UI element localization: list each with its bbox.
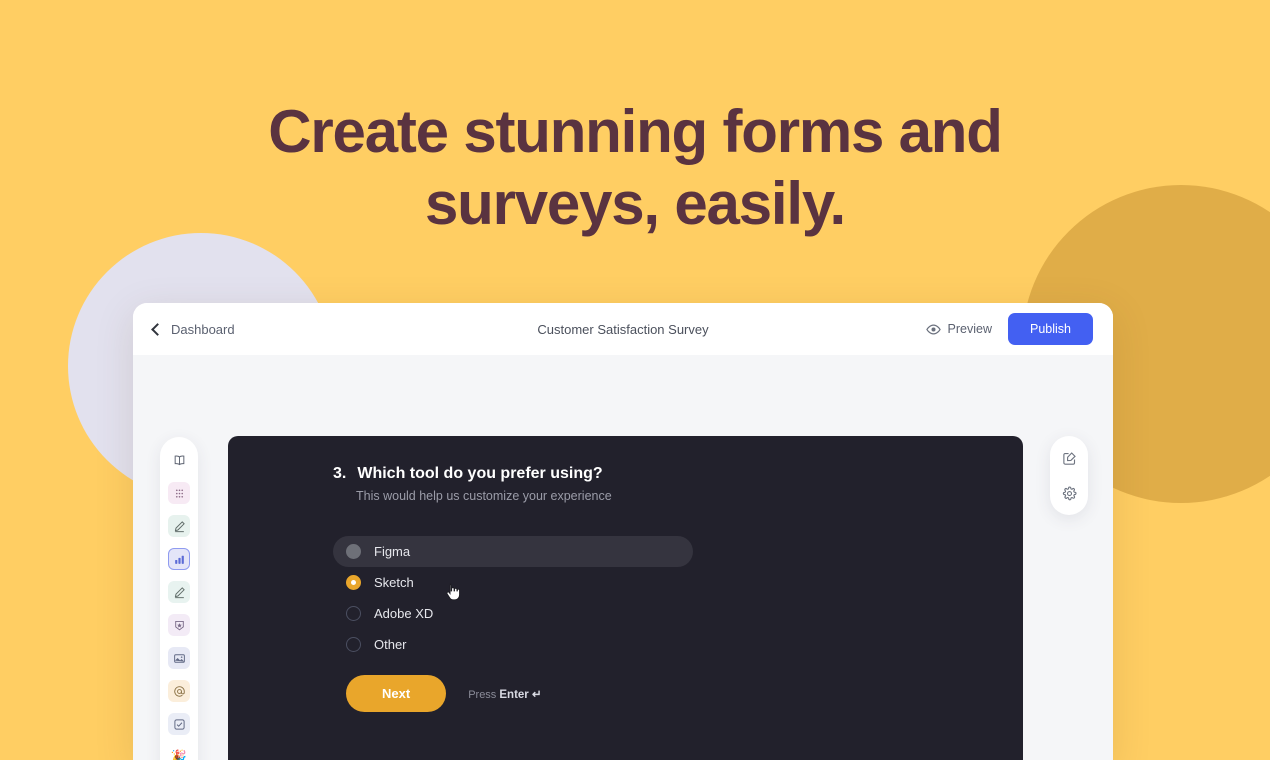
option-row-other[interactable]: Other — [333, 629, 693, 660]
sidebar-item-blocks[interactable] — [168, 482, 190, 504]
preview-label: Preview — [947, 322, 992, 336]
settings-button[interactable] — [1058, 482, 1080, 504]
radio-adobe-xd[interactable] — [346, 606, 361, 621]
question-block: 3. Which tool do you prefer using? This … — [228, 436, 1023, 712]
pen-icon — [174, 520, 185, 532]
sidebar-item-contact[interactable] — [168, 680, 190, 702]
press-key: Enter ↵ — [499, 688, 542, 701]
sidebar-item-rating[interactable] — [168, 614, 190, 636]
survey-canvas: 3. Which tool do you prefer using? This … — [228, 436, 1023, 760]
option-row-adobe-xd[interactable]: Adobe XD — [333, 598, 693, 629]
edit-question-button[interactable] — [1058, 447, 1080, 469]
sidebar-item-edit[interactable] — [168, 581, 190, 603]
sidebar-item-choice[interactable] — [168, 713, 190, 735]
hero-section: Create stunning forms and surveys, easil… — [0, 96, 1270, 240]
radio-figma[interactable] — [346, 544, 361, 559]
bar-chart-icon — [174, 555, 184, 564]
option-row-sketch[interactable]: Sketch — [333, 567, 693, 598]
sidebar-item-media[interactable] — [168, 647, 190, 669]
question-text: Which tool do you prefer using? — [357, 465, 603, 482]
option-label-figma: Figma — [374, 544, 411, 559]
option-label-adobe-xd: Adobe XD — [374, 606, 434, 621]
preview-button[interactable]: Preview — [925, 322, 992, 337]
sidebar-item-design[interactable] — [168, 515, 190, 537]
edit-square-icon — [1062, 451, 1076, 465]
radio-other[interactable] — [346, 637, 361, 652]
hero-headline: Create stunning forms and surveys, easil… — [268, 98, 1003, 237]
app-body: 🎉 3. Which tool do you prefer using? Thi… — [133, 355, 1113, 760]
at-sign-icon — [173, 685, 185, 697]
next-button[interactable]: Next — [346, 675, 447, 712]
press-enter-hint: Press Enter ↵ — [468, 687, 541, 701]
question-description: This would help us customize your experi… — [356, 489, 612, 503]
question-heading: 3. Which tool do you prefer using? — [333, 465, 913, 483]
party-popper-icon: 🎉 — [170, 749, 188, 760]
back-label: Dashboard — [171, 321, 235, 337]
radio-sketch[interactable] — [346, 575, 361, 590]
left-sidebar-rail: 🎉 — [160, 437, 198, 760]
back-to-dashboard-link[interactable]: Dashboard — [151, 321, 235, 337]
grid-dots-icon — [175, 488, 183, 498]
option-label-sketch: Sketch — [374, 575, 414, 590]
question-actions: Next Press Enter ↵ — [346, 675, 913, 712]
question-number: 3. — [333, 465, 347, 482]
canvas-tool-pill — [1050, 436, 1088, 515]
star-badge-icon — [174, 620, 184, 630]
app-window: Dashboard Customer Satisfaction Survey P… — [133, 303, 1113, 760]
topbar-actions: Preview Publish — [925, 313, 1093, 345]
app-topbar: Dashboard Customer Satisfaction Survey P… — [133, 303, 1113, 355]
option-row-figma[interactable]: Figma — [333, 536, 693, 567]
chevron-left-icon — [151, 322, 164, 336]
sidebar-item-ending[interactable]: 🎉 — [168, 746, 190, 760]
checkbox-icon — [173, 718, 185, 730]
pen-alt-icon — [174, 586, 185, 598]
eye-icon — [925, 323, 941, 335]
option-label-other: Other — [374, 637, 407, 652]
publish-button[interactable]: Publish — [1008, 313, 1093, 345]
book-icon — [174, 455, 184, 465]
image-icon — [173, 653, 185, 663]
press-prefix: Press — [468, 688, 497, 701]
gear-icon — [1062, 486, 1077, 500]
option-list: Figma Sketch Adobe XD Other — [333, 536, 913, 660]
sidebar-item-results[interactable] — [168, 548, 190, 570]
sidebar-item-library[interactable] — [168, 449, 190, 471]
